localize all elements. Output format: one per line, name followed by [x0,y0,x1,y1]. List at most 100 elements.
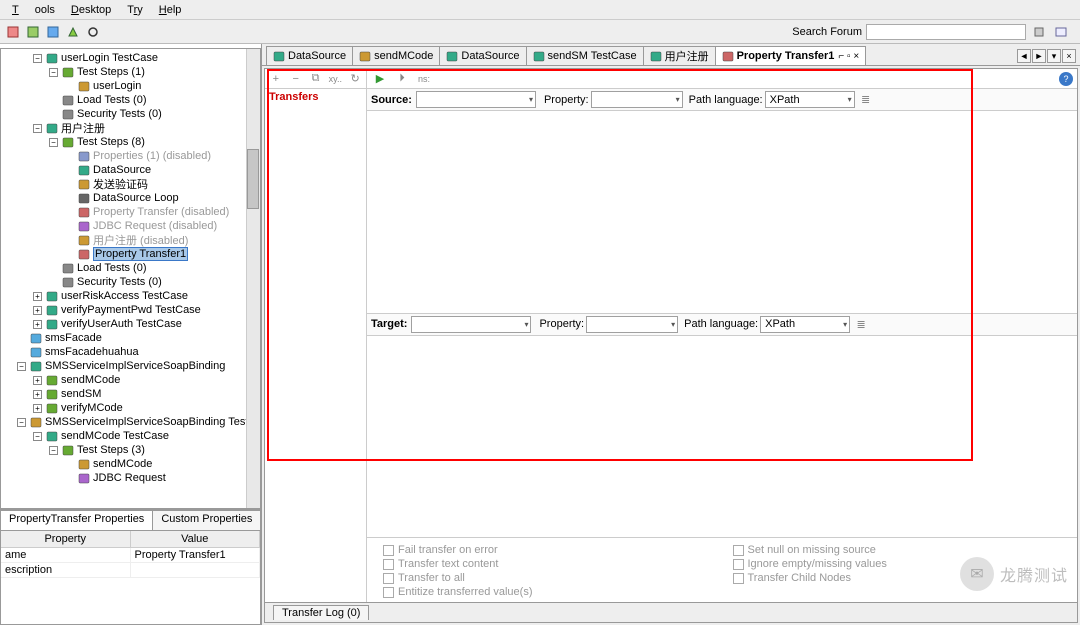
tree-item[interactable]: DataSource [1,163,260,177]
menu-help[interactable]: Help [151,2,190,18]
copy-transfer-icon[interactable]: ⧉ [307,70,325,88]
tree-item[interactable]: +sendSM [1,387,260,401]
transfer-log-tab[interactable]: Transfer Log (0) [273,605,369,620]
tree-toggle-icon[interactable]: − [49,68,58,77]
chk-child-nodes[interactable] [733,573,744,584]
tree-toggle-icon[interactable]: + [33,390,42,399]
editor-tab[interactable]: DataSource [439,46,526,65]
chk-entitize[interactable] [383,587,394,598]
tree-item[interactable]: −userLogin TestCase [1,51,260,65]
tool-icon-3[interactable] [44,23,62,41]
chk-fail-on-error[interactable] [383,545,394,556]
tree-item[interactable]: +verifyMCode [1,401,260,415]
editor-tab[interactable]: 用户注册 [643,46,716,65]
tree-item[interactable]: −SMSServiceImplServiceSoapBinding [1,359,260,373]
tree-item[interactable]: −Test Steps (3) [1,443,260,457]
source-combo[interactable]: ▾ [416,91,536,108]
chk-transfer-all[interactable] [383,573,394,584]
add-transfer-icon[interactable]: + [267,70,285,88]
tree-item[interactable]: smsFacadehuahua [1,345,260,359]
tool-icon-1[interactable] [4,23,22,41]
run-all-icon[interactable]: ⏵ [393,70,411,88]
prop-val[interactable] [131,563,261,577]
tree-item[interactable]: Load Tests (0) [1,261,260,275]
tab-prev-icon[interactable]: ◄ [1017,49,1031,63]
target-textarea[interactable] [367,336,1077,539]
tree-item[interactable]: −sendMCode TestCase [1,429,260,443]
run-icon[interactable]: ▶ [371,70,389,88]
tree-item[interactable]: −Test Steps (8) [1,135,260,149]
editor-tab[interactable]: DataSource [266,46,353,65]
menu-tools[interactable]: Tools [4,2,63,18]
tree-item[interactable]: Load Tests (0) [1,93,260,107]
property-row[interactable]: escription [1,563,260,578]
tgt-wizard-icon[interactable]: ≣ [852,315,870,333]
tree-item[interactable]: smsFacade [1,331,260,345]
menu-try[interactable]: Try [119,2,150,18]
tree-item[interactable]: 用户注册 (disabled) [1,233,260,247]
tree-toggle-icon[interactable]: + [33,292,42,301]
tree-item[interactable]: Property Transfer1 [1,247,260,261]
chk-ignore-empty[interactable] [733,559,744,570]
tab-next-icon[interactable]: ► [1032,49,1046,63]
editor-tab[interactable]: Property Transfer1 ⌐ ▫ × [715,46,867,65]
source-textarea[interactable] [367,111,1077,314]
properties-grid[interactable]: Property Value ameProperty Transfer1escr… [0,530,261,625]
property-row[interactable]: ameProperty Transfer1 [1,548,260,563]
tree-toggle-icon[interactable]: − [17,362,26,371]
tree-item[interactable]: Security Tests (0) [1,107,260,121]
tree-toggle-icon[interactable]: + [33,404,42,413]
src-property-combo[interactable]: ▾ [591,91,683,108]
tree-toggle-icon[interactable]: − [49,138,58,147]
tree-item[interactable]: Properties (1) (disabled) [1,149,260,163]
tree-item[interactable]: JDBC Request [1,471,260,485]
target-combo[interactable]: ▾ [411,316,531,333]
help-icon[interactable]: ? [1059,72,1073,86]
tree-toggle-icon[interactable]: − [49,446,58,455]
tree-toggle-icon[interactable]: − [33,124,42,133]
chk-text-content[interactable] [383,559,394,570]
src-wizard-icon[interactable]: ≣ [857,91,875,109]
tool-icon-5[interactable] [84,23,102,41]
tree-item[interactable]: JDBC Request (disabled) [1,219,260,233]
tree-toggle-icon[interactable]: + [33,376,42,385]
tgt-property-combo[interactable]: ▾ [586,316,678,333]
tool-icon-4[interactable] [64,23,82,41]
rename-transfer-icon[interactable]: xy.. [326,70,344,88]
tree-toggle-icon[interactable]: − [33,432,42,441]
tree-item[interactable]: +verifyPaymentPwd TestCase [1,303,260,317]
chk-null-missing[interactable] [733,545,744,556]
tree-item[interactable]: Security Tests (0) [1,275,260,289]
tree-item[interactable]: +userRiskAccess TestCase [1,289,260,303]
tab-custom-props[interactable]: Custom Properties [152,510,261,530]
tree-toggle-icon[interactable]: − [33,54,42,63]
tab-prop-transfer-props[interactable]: PropertyTransfer Properties [0,510,153,530]
menu-desktop[interactable]: Desktop [63,2,119,18]
del-transfer-icon[interactable]: − [287,70,305,88]
declare-ns-icon[interactable]: ns: [415,70,433,88]
tree-item[interactable]: −Test Steps (1) [1,65,260,79]
tree-toggle-icon[interactable]: + [33,306,42,315]
editor-tab[interactable]: sendMCode [352,46,440,65]
tree-toggle-icon[interactable]: − [17,418,26,427]
tree-item[interactable]: sendMCode [1,457,260,471]
tree-item[interactable]: userLogin [1,79,260,93]
tree-item[interactable]: −用户注册 [1,121,260,135]
tab-menu-icon[interactable]: ▾ [1047,49,1061,63]
pref-icon[interactable] [1052,23,1070,41]
search-go-icon[interactable] [1030,23,1048,41]
tree-item[interactable]: 发送验证码 [1,177,260,191]
tree-item[interactable]: +verifyUserAuth TestCase [1,317,260,331]
tree-item[interactable]: DataSource Loop [1,191,260,205]
src-pathlang-combo[interactable]: XPath▾ [765,91,855,108]
tree-item[interactable]: +sendMCode [1,373,260,387]
project-tree[interactable]: −userLogin TestCase−Test Steps (1)userLo… [0,48,261,509]
tree-item[interactable]: Property Transfer (disabled) [1,205,260,219]
editor-tab[interactable]: sendSM TestCase [526,46,644,65]
transfers-list[interactable] [265,105,366,602]
tab-close-icon[interactable]: × [1062,49,1076,63]
prop-val[interactable]: Property Transfer1 [131,548,261,562]
tool-icon-2[interactable] [24,23,42,41]
tgt-pathlang-combo[interactable]: XPath▾ [760,316,850,333]
tree-item[interactable]: −SMSServiceImplServiceSoapBinding TestSu… [1,415,260,429]
